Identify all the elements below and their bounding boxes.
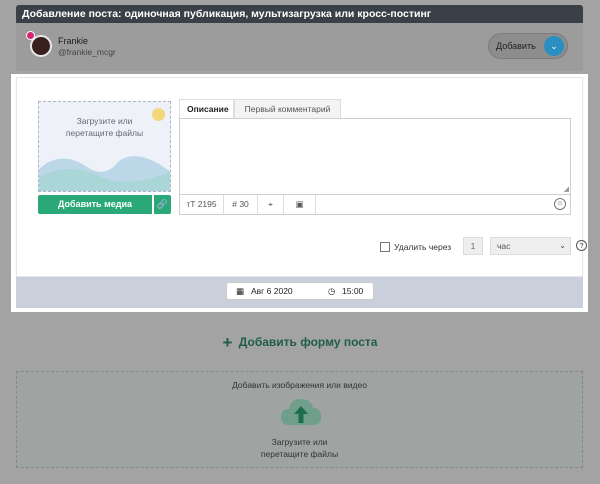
hashtag-counter: # 30 [224, 195, 258, 214]
editor-toolbar: тT 2195 # 30 ⌖ ▣ ☺ [179, 194, 571, 215]
char-counter: тT 2195 [180, 195, 224, 214]
chevron-down-icon: ⌄ [559, 241, 566, 250]
hashtag-icon: # [232, 199, 237, 209]
clock-icon: ◷ [328, 286, 336, 296]
char-count: 2195 [197, 199, 217, 209]
mountains-icon [39, 156, 170, 191]
post-text-area[interactable]: ◢ [179, 118, 571, 195]
add-media-button[interactable]: Добавить медиа [38, 195, 152, 214]
post-form-card: Загрузите или перетащите файлы Добавить … [11, 74, 588, 312]
delete-after-checkbox[interactable] [380, 242, 390, 252]
instagram-icon [26, 31, 35, 40]
text-size-icon: тT [186, 199, 196, 209]
hashtag-count: 30 [239, 199, 249, 209]
delete-after-unit-select[interactable]: час ⌄ [490, 237, 571, 255]
upload-line-1: Загрузите или [271, 437, 328, 447]
tab-description[interactable]: Описание [179, 99, 234, 118]
schedule-date[interactable]: Авг 6 2020 [251, 283, 293, 299]
emoji-icon[interactable]: ☺ [554, 198, 566, 210]
add-post-form-label: Добавить форму поста [238, 335, 378, 349]
page-title: Добавление поста: одиночная публикация, … [16, 5, 583, 23]
chevron-down-icon[interactable]: ⌄ [544, 36, 564, 56]
add-post-button[interactable]: Добавить ⌄ [488, 33, 568, 59]
profile-row: Frankie @frankie_mcgr Добавить ⌄ [16, 23, 583, 71]
plus-icon: + [222, 333, 233, 352]
bulk-upload-dropzone[interactable]: Добавить изображения или видео Загрузите… [16, 371, 583, 468]
profile-handle: @frankie_mcgr [58, 47, 116, 57]
link-icon[interactable]: 🔗 [153, 195, 171, 214]
dropzone-text: Загрузите или перетащите файлы [39, 115, 170, 139]
delete-unit-value: час [497, 241, 511, 251]
dropzone-line-1: Загрузите или [76, 116, 133, 126]
cloud-upload-icon [281, 399, 321, 425]
upload-line-2: перетащите файлы [260, 449, 339, 459]
add-post-form-link[interactable]: + Добавить форму поста [0, 333, 600, 353]
calendar-icon: ▦ [236, 286, 245, 296]
profile-name: Frankie [58, 36, 89, 46]
upload-text: Загрузите или перетащите файлы [17, 436, 582, 460]
schedule-picker[interactable]: ▦ Авг 6 2020 ◷ 15:00 [226, 282, 374, 300]
location-icon[interactable]: ⌖ [258, 195, 284, 214]
sun-icon [152, 108, 165, 121]
resize-grip-icon[interactable]: ◢ [564, 185, 569, 193]
delete-after-value-input[interactable]: 1 [463, 237, 483, 255]
dropzone-line-2: перетащите файлы [65, 128, 144, 138]
help-icon[interactable]: ? [576, 240, 587, 251]
add-post-label: Добавить [496, 41, 536, 51]
media-dropzone[interactable]: Загрузите или перетащите файлы [38, 101, 171, 192]
post-editor: Загрузите или перетащите файлы Добавить … [16, 77, 587, 277]
tab-first-comment[interactable]: Первый комментарий [234, 99, 341, 118]
upload-title: Добавить изображения или видео [232, 380, 367, 390]
gallery-icon[interactable]: ▣ [284, 195, 316, 214]
delete-after-label: Удалить через [394, 242, 452, 252]
schedule-time[interactable]: 15:00 [342, 283, 363, 299]
